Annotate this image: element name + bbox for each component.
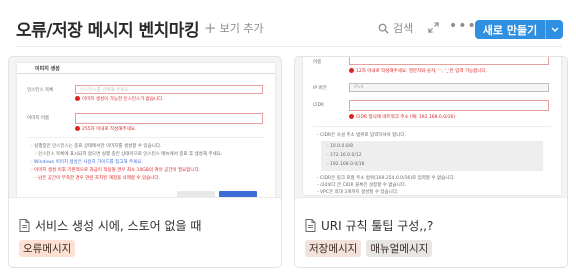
add-view-label: 보기 추가 bbox=[219, 22, 264, 35]
card-tags: 오류메시지 bbox=[19, 240, 76, 257]
preview-label: CIDR bbox=[313, 103, 325, 108]
preview-error: CIDR 형식에 네트워크 주소 (예: 192.168.0.0/16) bbox=[349, 114, 455, 120]
card-title-text: URI 규칙 툴팁 구성,,? bbox=[321, 219, 434, 233]
card-preview-image: 이미지 생성 인스턴스 목록 인스턴스를 선택해 주세요 이미지 생성이 가능한… bbox=[9, 57, 281, 198]
preview-label: 인스턴스 목록 bbox=[27, 88, 54, 93]
preview-select: 인스턴스를 선택해 주세요 bbox=[75, 85, 263, 94]
page-icon bbox=[19, 219, 30, 232]
preview-select: IPv4 bbox=[349, 83, 549, 92]
preview-code-line: - 172.16.0.0/12 bbox=[327, 153, 362, 158]
preview-label: IP 버전 bbox=[313, 86, 327, 91]
preview-code-block: - 10.0.0.0/8 - 172.16.0.0/12 - 192.168.0… bbox=[321, 141, 543, 171]
new-button-label: 새로 만들기 bbox=[482, 23, 538, 37]
tag-badge: 오류메시지 bbox=[19, 240, 76, 257]
preview-note: - CIDR은 사설 주소 범위로 입력하셔야 합니다. bbox=[317, 133, 406, 138]
new-button[interactable]: 새로 만들기 bbox=[475, 20, 563, 39]
preview-sheet: 이름 12자 이내로 작성해주세요. 영문자와 숫자, '-', '_'만 입력… bbox=[303, 57, 561, 195]
preview-code-line: - 192.168.0.0/16 bbox=[327, 162, 365, 167]
top-bar: 오류/저장 메시지 벤치마킹 + 보기 추가 검색 ••• 새로 만들기 bbox=[0, 0, 576, 46]
preview-select-value: IPv4 bbox=[354, 85, 364, 90]
header-divider bbox=[16, 46, 562, 47]
preview-label: 이름 bbox=[313, 60, 322, 65]
expand-icon[interactable] bbox=[428, 22, 439, 33]
more-icon[interactable]: ••• bbox=[449, 18, 477, 34]
page-icon bbox=[305, 219, 316, 232]
preview-note: - /24보다 큰 CIDR 블록은 설정할 수 없습니다. bbox=[317, 183, 407, 188]
preview-divider bbox=[313, 126, 551, 127]
preview-error: 255자 이내로 작성해주세요. bbox=[75, 126, 136, 132]
preview-confirm-button bbox=[219, 191, 257, 197]
preview-error: 12자 이내로 작성해주세요. 영문자와 숫자, '-', '_'만 입력 가능… bbox=[349, 68, 487, 74]
gallery-card[interactable]: 이미지 생성 인스턴스 목록 인스턴스를 선택해 주세요 이미지 생성이 가능한… bbox=[8, 56, 282, 268]
search-button[interactable]: 검색 bbox=[378, 20, 413, 36]
card-tags: 저장메시지 매뉴얼메시지 bbox=[305, 240, 433, 257]
preview-sheet: 이미지 생성 인스턴스 목록 인스턴스를 선택해 주세요 이미지 생성이 가능한… bbox=[17, 63, 275, 197]
card-preview-image: 이름 12자 이내로 작성해주세요. 영문자와 숫자, '-', '_'만 입력… bbox=[295, 57, 567, 198]
preview-input bbox=[349, 57, 549, 65]
preview-note: - 이미지 생성 이후 기본적으로 과금이 적용될 경우 최소 10GB의 여유… bbox=[31, 168, 201, 173]
add-view-button[interactable]: + 보기 추가 bbox=[204, 20, 264, 36]
preview-divider bbox=[27, 137, 265, 138]
card-title-text: 서비스 생성 시에, 스토어 없을 때 bbox=[35, 219, 202, 233]
preview-error: 이미지 생성이 가능한 인스턴스가 없습니다. bbox=[75, 96, 164, 102]
preview-note: - 실행중인 인스턴스는 종료 상태에서만 이미지를 생성할 수 있습니다. bbox=[31, 144, 162, 149]
gallery-card[interactable]: 이름 12자 이내로 작성해주세요. 영문자와 숫자, '-', '_'만 입력… bbox=[294, 56, 568, 268]
preview-heading: 이미지 생성 bbox=[35, 66, 60, 72]
search-label: 검색 bbox=[393, 22, 414, 35]
chevron-down-icon[interactable] bbox=[546, 27, 563, 32]
preview-note: - Windows 이미지 생성은 사용자 가이드를 참고해 주세요. bbox=[31, 160, 143, 165]
preview-code-line: - 10.0.0.0/8 bbox=[327, 144, 354, 149]
preview-note: - CIDR은 링크 로컬 주소 범위(169.254.0.0/16)로 입력할… bbox=[317, 176, 456, 181]
preview-note: - 남은 공간이 부족한 경우 관련 조치된 계정을 삭제할 수 있습니다. bbox=[35, 176, 160, 181]
preview-input bbox=[349, 100, 549, 111]
preview-note: - VPC은 최대 3개까지 생성할 수 있습니다. bbox=[317, 190, 399, 195]
search-icon bbox=[378, 23, 389, 34]
tag-badge: 저장메시지 bbox=[305, 240, 362, 257]
tag-badge: 매뉴얼메시지 bbox=[366, 240, 433, 257]
preview-cancel-button bbox=[177, 191, 215, 197]
preview-label: 이미지 이름 bbox=[27, 116, 50, 121]
page-title: 오류/저장 메시지 벤치마킹 bbox=[16, 21, 200, 41]
card-title[interactable]: 서비스 생성 시에, 스토어 없을 때 bbox=[19, 217, 201, 234]
preview-note: - 인스턴스 목록에 표시되지 않으면 실행 중인 상태이므로 인스턴스 메뉴에… bbox=[35, 152, 223, 157]
plus-icon: + bbox=[204, 19, 217, 37]
preview-input bbox=[75, 113, 263, 124]
card-title[interactable]: URI 규칙 툴팁 구성,,? bbox=[305, 217, 433, 234]
preview-select-placeholder: 인스턴스를 선택해 주세요 bbox=[80, 88, 129, 93]
